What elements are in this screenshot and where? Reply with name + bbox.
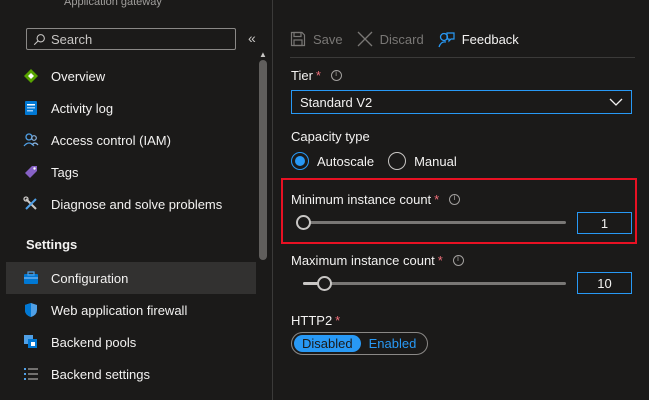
sidebar-item-overview[interactable]: Overview — [6, 60, 256, 92]
info-icon[interactable] — [452, 254, 464, 266]
feedback-button[interactable]: Feedback — [438, 31, 519, 48]
min-instance-slider-track[interactable] — [303, 221, 566, 224]
info-icon[interactable] — [330, 69, 342, 81]
activity-log-icon — [23, 100, 39, 116]
highlight-box — [281, 178, 637, 244]
configuration-icon — [23, 270, 39, 286]
tier-dropdown[interactable]: Standard V2 — [291, 90, 632, 114]
sidebar-item-label: Diagnose and solve problems — [51, 196, 223, 212]
sidebar: « Overview Activity log Access control (… — [0, 20, 273, 400]
feedback-icon — [438, 31, 455, 47]
command-bar: Save Discard Feedback — [290, 24, 519, 54]
sidebar-item-label: Configuration — [51, 270, 129, 286]
scroll-up-arrow-icon[interactable]: ▲ — [258, 50, 268, 59]
sidebar-search[interactable] — [26, 28, 236, 50]
close-icon — [357, 31, 373, 47]
save-button[interactable]: Save — [290, 31, 343, 47]
min-instance-slider-thumb[interactable] — [296, 215, 311, 230]
autoscale-label: Autoscale — [317, 153, 375, 169]
capacity-type-label: Capacity type — [291, 129, 370, 144]
min-instance-label: Minimum instance count — [291, 192, 432, 207]
tier-label-row: Tier * — [291, 68, 636, 83]
collapse-sidebar-button[interactable]: « — [248, 30, 256, 46]
sidebar-item-waf[interactable]: Web application firewall — [6, 294, 256, 326]
tier-field: Tier * Standard V2 — [291, 68, 636, 118]
wrench-icon — [23, 196, 39, 212]
max-instance-label: Maximum instance count — [291, 253, 435, 268]
toolbar-separator — [290, 57, 635, 58]
sidebar-item-label: Web application firewall — [51, 302, 188, 318]
http2-label: HTTP2 — [291, 313, 333, 328]
max-instance-slider-thumb[interactable] — [316, 276, 332, 291]
max-instance-slider-track[interactable] — [303, 282, 566, 285]
pane-divider — [272, 0, 273, 400]
http2-disabled-option[interactable]: Disabled — [294, 335, 361, 352]
feedback-label: Feedback — [461, 31, 519, 47]
max-instance-label-row: Maximum instance count * — [291, 253, 464, 268]
save-icon — [290, 31, 306, 47]
sidebar-item-label: Overview — [51, 68, 106, 84]
sidebar-scrollbar[interactable]: ▲ — [258, 50, 268, 400]
chevron-down-icon — [609, 98, 623, 106]
manual-radio[interactable] — [388, 152, 407, 170]
capacity-type-radio-group: Autoscale Manual — [291, 152, 636, 170]
sidebar-item-access-control[interactable]: Access control (IAM) — [6, 124, 256, 156]
tier-label: Tier — [291, 68, 313, 83]
required-mark: * — [315, 68, 321, 83]
capacity-type-field: Capacity type Autoscale Manual — [291, 129, 636, 170]
sidebar-item-label: Backend settings — [51, 366, 151, 382]
search-icon — [33, 33, 45, 45]
max-instance-input[interactable]: 10 — [577, 272, 632, 294]
tag-icon — [23, 164, 39, 180]
sidebar-item-diagnose[interactable]: Diagnose and solve problems — [6, 188, 256, 220]
backend-pools-icon — [23, 334, 39, 350]
sidebar-item-label: Access control (IAM) — [51, 132, 171, 148]
sidebar-nav: Overview Activity log Access control (IA… — [6, 60, 256, 390]
access-control-icon — [23, 132, 39, 148]
required-mark: * — [434, 192, 440, 207]
overview-icon — [23, 68, 39, 84]
sidebar-item-activity-log[interactable]: Activity log — [6, 92, 256, 124]
http2-toggle[interactable]: Disabled Enabled — [291, 332, 428, 355]
resource-type-subtitle: Application gateway — [64, 0, 162, 8]
save-label: Save — [313, 31, 343, 47]
sidebar-item-tags[interactable]: Tags — [6, 156, 256, 188]
required-mark: * — [335, 313, 341, 328]
autoscale-radio[interactable] — [291, 152, 309, 170]
discard-button[interactable]: Discard — [357, 31, 424, 47]
discard-label: Discard — [379, 31, 424, 47]
sidebar-item-configuration[interactable]: Configuration — [6, 262, 256, 294]
search-input[interactable] — [51, 31, 221, 47]
settings-section-header: Settings — [26, 236, 78, 252]
sidebar-item-label: Tags — [51, 164, 79, 180]
list-settings-icon — [23, 366, 39, 382]
min-instance-input[interactable]: 1 — [577, 212, 632, 234]
sidebar-item-backend-pools[interactable]: Backend pools — [6, 326, 256, 358]
min-instance-label-row: Minimum instance count * — [291, 192, 461, 207]
info-icon[interactable] — [449, 193, 461, 205]
tier-selected-value: Standard V2 — [300, 94, 373, 110]
http2-label-row: HTTP2 * — [291, 313, 340, 328]
http2-enabled-option[interactable]: Enabled — [361, 335, 425, 352]
sidebar-item-label: Activity log — [51, 100, 114, 116]
manual-label: Manual — [414, 153, 457, 169]
shield-icon — [23, 302, 39, 318]
sidebar-item-label: Backend pools — [51, 334, 137, 350]
scrollbar-thumb[interactable] — [259, 60, 267, 260]
sidebar-item-backend-settings[interactable]: Backend settings — [6, 358, 256, 390]
required-mark: * — [437, 253, 443, 268]
